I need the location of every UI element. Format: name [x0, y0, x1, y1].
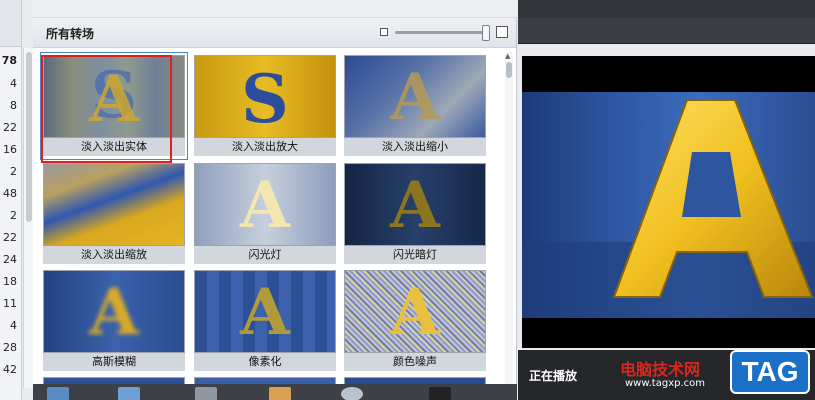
app-window: 78 4 8 22 16 2 48 2 22 24 18 11 4 28 42 … [0, 0, 815, 400]
scrollbar-thumb[interactable] [506, 62, 512, 78]
transition-thumbnail: S A [43, 55, 185, 138]
panel-title: 所有转场 [46, 27, 95, 41]
transition-tile[interactable]: A 闪光暗灯 [344, 163, 486, 265]
top-strip [33, 0, 517, 18]
transition-thumbnail: A [194, 163, 336, 246]
letter-a-icon: A [240, 275, 290, 350]
transition-tile[interactable]: S 淡入淡出放大 [194, 55, 336, 157]
count-value: 22 [3, 231, 17, 244]
transition-label: 高斯模糊 [43, 353, 185, 371]
panel-header: 所有转场 [33, 18, 516, 48]
letter-s-icon: S [241, 60, 289, 138]
transition-tile[interactable]: A 淡入淡出缩小 [344, 55, 486, 157]
watermark-logo: TAG [730, 350, 810, 394]
now-playing-label: 正在播放 [529, 369, 578, 383]
watermark-url: www.tagxp.com [625, 378, 705, 389]
transition-label: 颜色噪声 [344, 353, 486, 371]
transitions-panel: 所有转场 S A 淡入淡出实体 S 淡入淡出放大 A 淡入淡出缩小 淡入淡出缩放… [33, 18, 517, 400]
count-value: 22 [3, 121, 17, 134]
transition-thumbnail: A [43, 270, 185, 353]
effects-tab-icon[interactable] [269, 387, 291, 400]
count-value: 28 [3, 341, 17, 354]
zoom-out-icon[interactable] [380, 28, 388, 36]
count-column-header [0, 0, 21, 47]
count-value: 8 [10, 99, 17, 112]
count-value: 4 [10, 77, 17, 90]
letter-a-icon: A [240, 168, 290, 243]
bottom-toolbar [33, 384, 517, 400]
count-value: 42 [3, 363, 17, 376]
letter-a-icon: A [89, 62, 139, 137]
transition-label: 像素化 [194, 353, 336, 371]
count-value: 24 [3, 253, 17, 266]
transition-thumbnail [43, 163, 185, 246]
transition-thumbnail: A [344, 163, 486, 246]
text-tab-icon[interactable] [195, 387, 217, 400]
count-value: 4 [10, 319, 17, 332]
count-value: 16 [3, 143, 17, 156]
letter-a-icon: A [390, 168, 440, 243]
letter-a-icon: A [89, 275, 139, 350]
media-tab-icon[interactable] [47, 387, 69, 400]
preview-frame [522, 92, 815, 318]
transition-label: 闪光暗灯 [344, 246, 486, 264]
transition-thumbnail: A [344, 55, 486, 138]
transition-tile[interactable]: A 像素化 [194, 270, 336, 372]
thumbnail-size-slider[interactable] [395, 31, 489, 34]
count-value: 78 [1, 54, 17, 67]
count-scrollbar[interactable] [23, 48, 33, 388]
transition-label: 淡入淡出实体 [43, 138, 185, 156]
letter-a-icon: A [390, 60, 440, 135]
preview-letter-a-icon [522, 99, 815, 318]
zoom-in-icon[interactable] [496, 26, 508, 38]
audio-tab-icon[interactable] [341, 387, 363, 400]
preview-toolbar [518, 18, 815, 44]
transition-thumbnail: A [344, 270, 486, 353]
clapper-tab-icon[interactable] [429, 387, 451, 400]
transition-thumbnail: A [194, 270, 336, 353]
letter-a-icon: A [390, 275, 440, 350]
transition-preview [44, 164, 184, 245]
transition-label: 淡入淡出缩放 [43, 246, 185, 264]
transition-label: 淡入淡出缩小 [344, 138, 486, 156]
count-column: 78 4 8 22 16 2 48 2 22 24 18 11 4 28 42 [0, 0, 22, 400]
film-tab-icon[interactable] [118, 387, 140, 400]
count-value: 11 [3, 297, 17, 310]
count-value: 2 [10, 209, 17, 222]
transition-tile[interactable]: S A 淡入淡出实体 [40, 52, 188, 160]
transition-tile[interactable]: A 闪光灯 [194, 163, 336, 265]
transition-tile[interactable]: 淡入淡出缩放 [43, 163, 185, 265]
count-value: 18 [3, 275, 17, 288]
preview-window [522, 56, 815, 348]
transition-label: 闪光灯 [194, 246, 336, 264]
preview-titlebar [518, 0, 815, 18]
transition-tile[interactable]: A 高斯模糊 [43, 270, 185, 372]
count-value: 2 [10, 165, 17, 178]
scrollbar-thumb[interactable] [26, 52, 32, 222]
watermark-title: 电脑技术网 [620, 360, 701, 379]
watermark-logo-text: TAG [741, 356, 799, 387]
transition-thumbnail: S [194, 55, 336, 138]
scroll-up-icon[interactable]: ▲ [505, 52, 510, 60]
transition-label: 淡入淡出放大 [194, 138, 336, 156]
grid-scrollbar[interactable]: ▲ [505, 52, 513, 397]
slider-handle[interactable] [482, 25, 490, 41]
transition-tile[interactable]: A 颜色噪声 [344, 270, 486, 372]
count-value: 48 [3, 187, 17, 200]
